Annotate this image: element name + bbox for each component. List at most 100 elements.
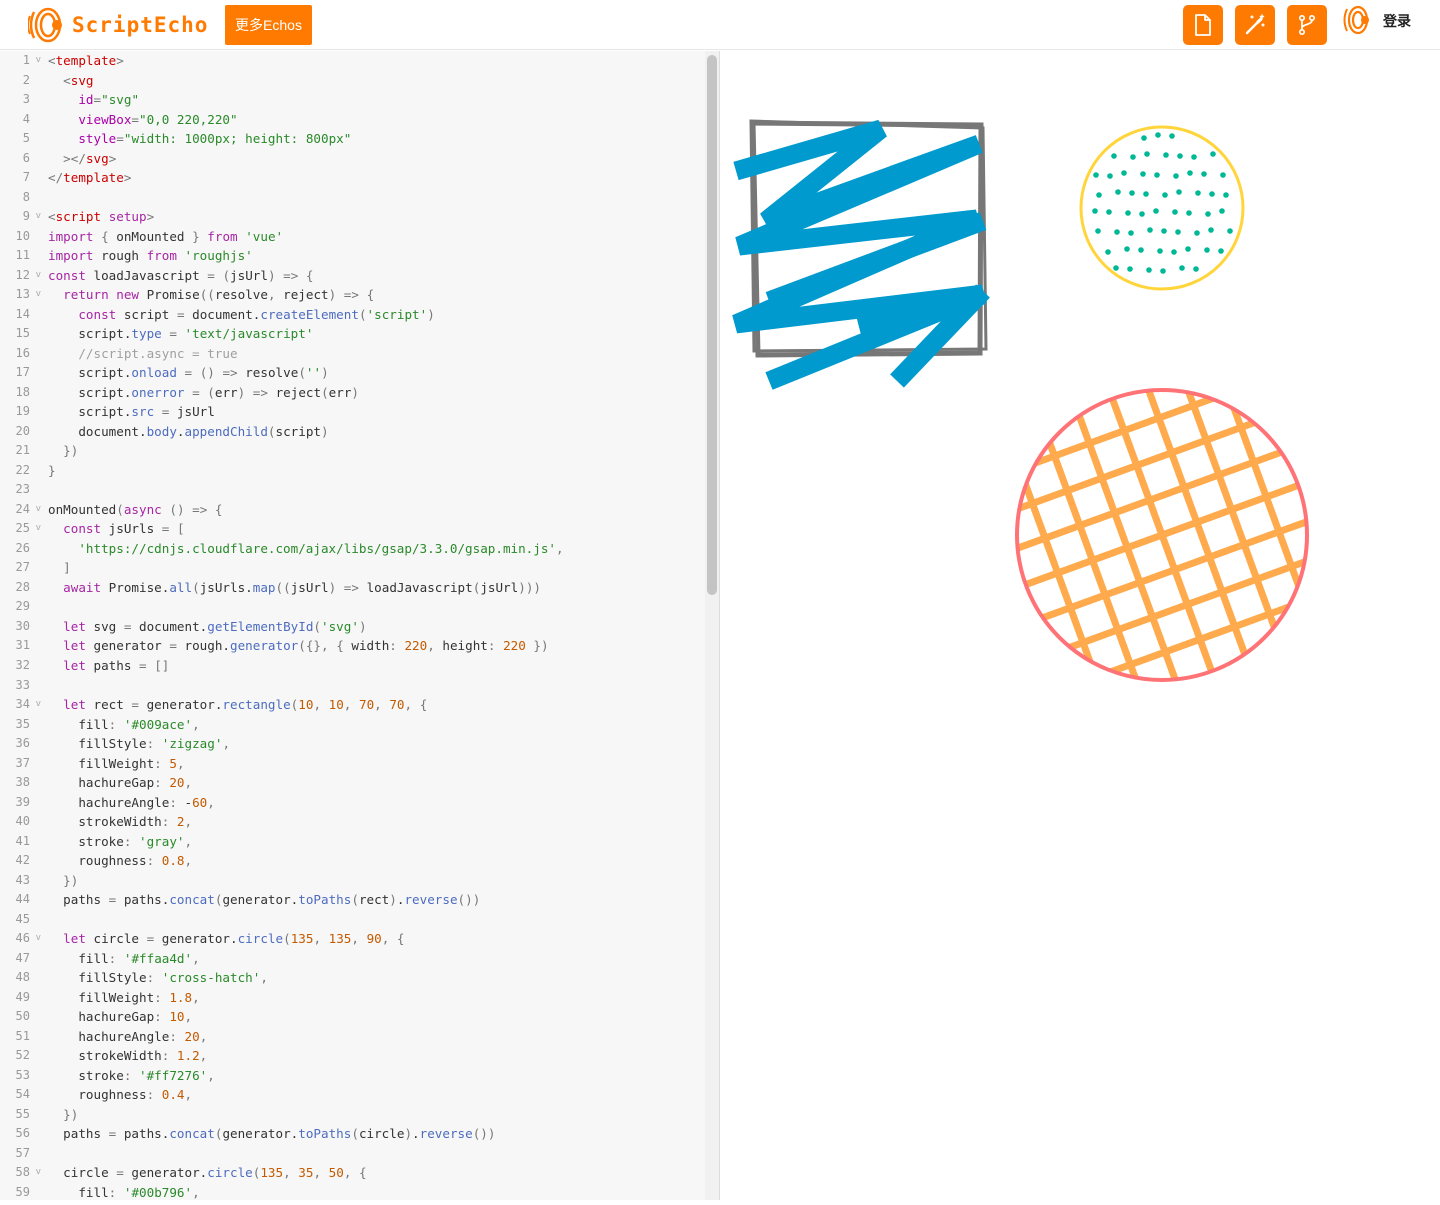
new-file-button[interactable] <box>1183 5 1223 45</box>
line-number: 10 <box>15 228 30 243</box>
code-line: let paths = [] <box>63 657 170 673</box>
line-number: 25 v <box>0 519 44 539</box>
line-number: 6 <box>22 150 30 165</box>
brand-logo[interactable]: ScriptEcho <box>28 6 208 44</box>
code-line: ] <box>63 560 71 576</box>
code-line: style="width: 1000px; height: 800px" <box>78 131 352 147</box>
line-number: 23 <box>15 482 30 497</box>
fold-toggle-icon[interactable]: v <box>36 929 41 949</box>
magic-button[interactable] <box>1235 5 1275 45</box>
line-number: 16 <box>15 345 30 360</box>
fill-dot <box>1219 208 1225 214</box>
line-number: 18 <box>15 384 30 399</box>
fork-button[interactable] <box>1287 5 1327 45</box>
hatch-line <box>1222 390 1307 680</box>
fill-dot <box>1194 230 1200 236</box>
line-number-gutter: 1 v 2 3 4 5 6 7 8 9 v 10 11 12 v 13 v 14 15 16 17 18 19 20 21 22 2… <box>0 51 44 1200</box>
code-line: fillStyle: 'cross-hatch', <box>48 970 268 986</box>
fill-dot <box>1163 152 1169 158</box>
fill-dot <box>1201 171 1207 177</box>
fill-dot <box>1093 172 1099 178</box>
code-line: const script = document.createElement('s… <box>78 306 435 322</box>
line-number: 42 <box>15 853 30 868</box>
fill-dot <box>1146 267 1152 273</box>
code-content[interactable]: <template> <svg id="svg" viewBox="0,0 22… <box>48 51 704 1200</box>
fill-dot <box>1147 227 1153 233</box>
fill-dot <box>1171 249 1177 255</box>
line-number: 58 v <box>0 1163 44 1183</box>
hatch-line <box>1017 390 1137 680</box>
fill-dot <box>1128 230 1134 236</box>
code-line: </template> <box>48 170 132 186</box>
line-number: 3 <box>22 92 30 107</box>
code-line: }) <box>63 1106 79 1122</box>
scrollbar-thumb[interactable] <box>707 55 717 595</box>
fold-toggle-icon[interactable]: v <box>36 500 41 520</box>
line-number: 5 <box>22 131 30 146</box>
line-number: 39 <box>15 794 30 809</box>
fill-dot <box>1220 172 1226 178</box>
line-number: 43 <box>15 872 30 887</box>
fill-dot <box>1113 265 1119 271</box>
fill-dot <box>1106 209 1112 215</box>
line-number: 2 <box>22 72 30 87</box>
code-line: fill: '#ffaa4d', <box>48 950 200 966</box>
line-number: 51 <box>15 1028 30 1043</box>
fill-dot <box>1187 170 1193 176</box>
line-number: 34 v <box>0 695 44 715</box>
fill-dot <box>1227 228 1233 234</box>
fill-dot <box>1191 154 1197 160</box>
fill-dot <box>1139 211 1145 217</box>
fold-toggle-icon[interactable]: v <box>36 51 41 71</box>
fill-dot <box>1138 247 1144 253</box>
fill-dot <box>1140 171 1146 177</box>
fill-dot <box>1162 192 1168 198</box>
code-line: viewBox="0,0 220,220" <box>78 111 238 127</box>
fill-dot <box>1208 227 1214 233</box>
code-line: let rect = generator.rectangle(10, 10, 7… <box>63 697 428 713</box>
line-number: 15 <box>15 326 30 341</box>
fold-toggle-icon[interactable]: v <box>36 1163 41 1183</box>
fill-dot <box>1173 173 1179 179</box>
code-line: ></svg> <box>63 150 117 166</box>
code-line: stroke: '#ff7276', <box>48 1067 215 1083</box>
login-link[interactable]: 登录 <box>1383 11 1411 31</box>
code-line: //script.async = true <box>48 345 238 361</box>
line-number: 48 <box>15 970 30 985</box>
hatch-line <box>1153 390 1307 680</box>
line-number: 40 <box>15 814 30 829</box>
code-line: <script setup> <box>48 209 155 225</box>
line-number: 1v <box>0 51 44 71</box>
fill-dot <box>1172 209 1178 215</box>
fold-toggle-icon[interactable]: v <box>36 285 41 305</box>
fill-dot <box>1143 191 1149 197</box>
fold-toggle-icon[interactable]: v <box>36 519 41 539</box>
line-number: 53 <box>15 1067 30 1082</box>
fill-dot <box>1176 189 1182 195</box>
fill-dot <box>1130 154 1136 160</box>
fill-dot <box>1175 229 1181 235</box>
code-line: paths = paths.concat(generator.toPaths(c… <box>48 1126 496 1142</box>
line-number: 36 <box>15 736 30 751</box>
line-number: 26 <box>15 540 30 555</box>
user-avatar-icon[interactable] <box>1342 4 1374 36</box>
code-line: const loadJavascript = (jsUrl) => { <box>48 267 314 283</box>
more-echos-button[interactable]: 更多Echos <box>225 5 312 45</box>
code-line: let circle = generator.circle(135, 135, … <box>63 931 405 947</box>
code-line: roughness: 0.8, <box>48 853 193 869</box>
line-number: 12 v <box>0 266 44 286</box>
code-line: fillWeight: 5, <box>48 755 185 771</box>
line-number: 22 <box>15 462 30 477</box>
line-number: 52 <box>15 1048 30 1063</box>
code-editor[interactable]: 1 v 2 3 4 5 6 7 8 9 v 10 11 12 v 13 v 14 15 16 17 18 19 20 21 22 2… <box>0 51 720 1200</box>
line-number: 59 <box>15 1184 30 1199</box>
fill-dot <box>1107 173 1113 179</box>
fold-toggle-icon[interactable]: v <box>36 695 41 715</box>
fold-toggle-icon[interactable]: v <box>36 266 41 286</box>
rough-rectangle <box>732 119 990 390</box>
fold-toggle-icon[interactable]: v <box>36 207 41 227</box>
